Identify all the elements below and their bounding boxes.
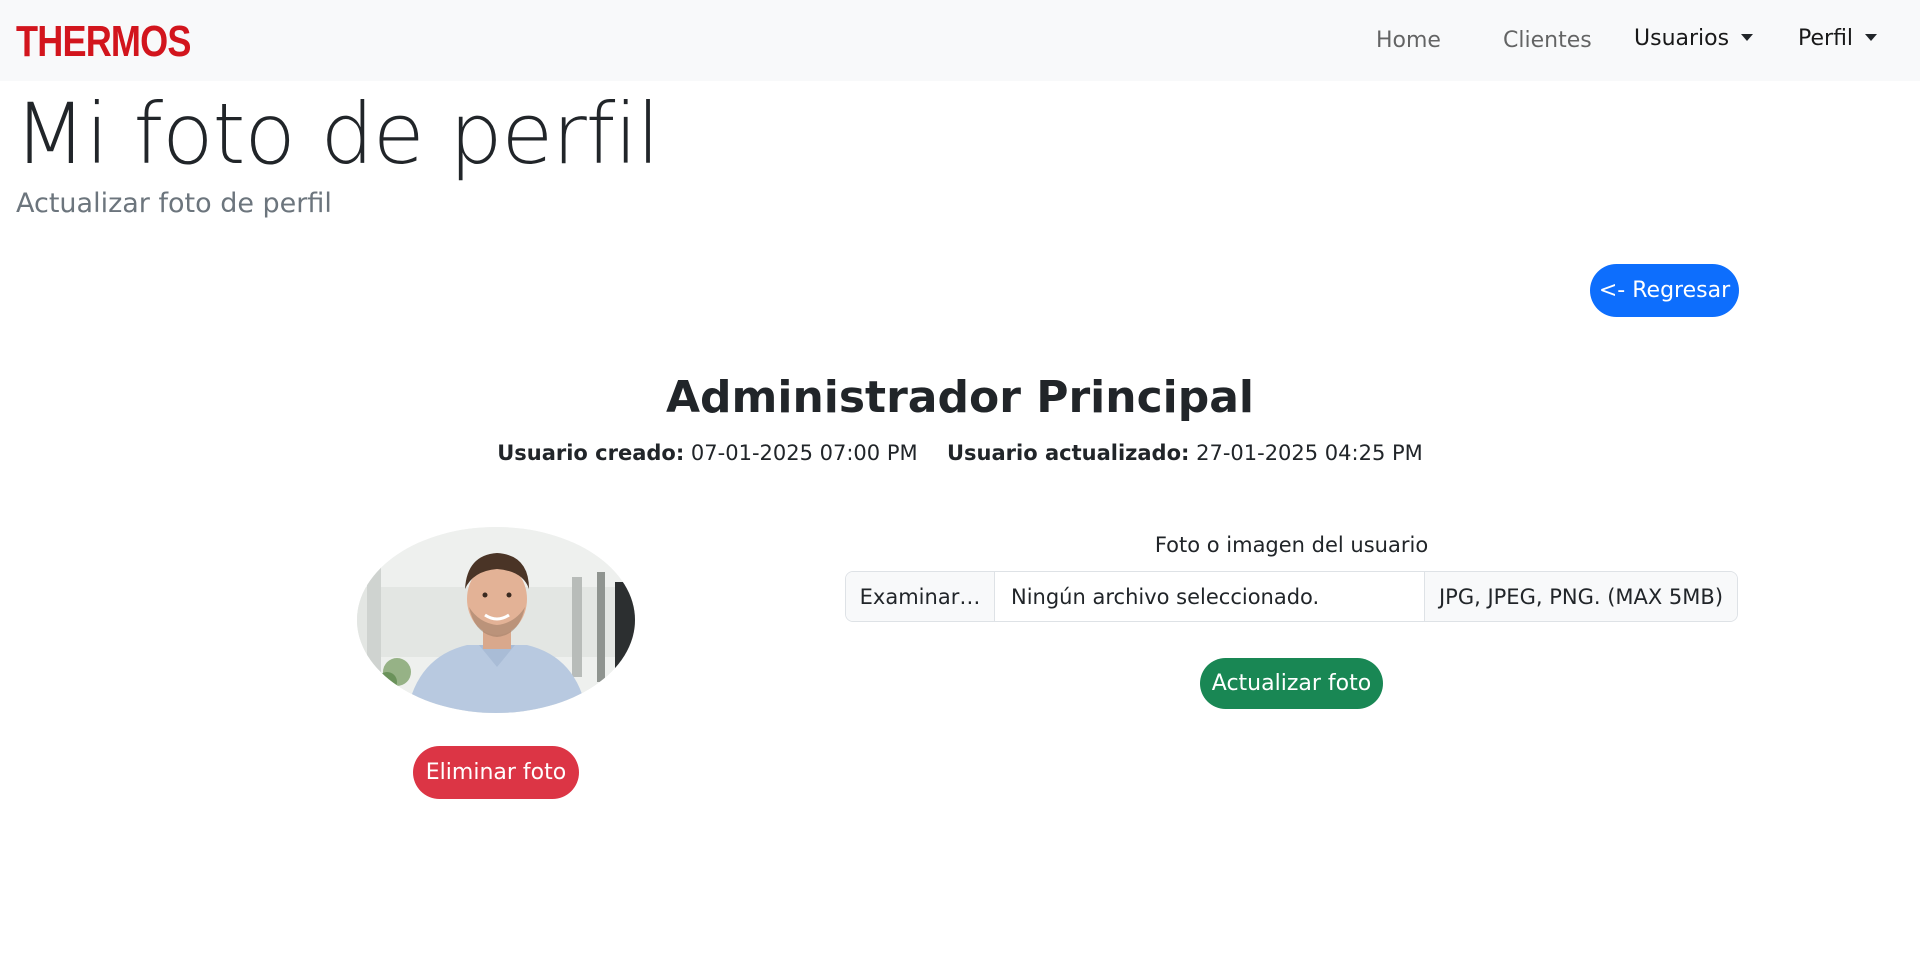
nav-dropdown-usuarios-label: Usuarios [1634,26,1730,51]
page-title: Mi foto de perfil [14,85,660,183]
top-navbar: THERMOS Home Clientes Usuarios Perfil [0,0,1920,81]
delete-photo-button[interactable]: Eliminar foto [413,746,579,799]
caret-down-icon [1741,34,1754,41]
nav-dropdown-usuarios[interactable]: Usuarios [1634,24,1754,54]
user-timestamps: Usuario creado: 07-01-2025 07:00 PM Usua… [0,438,1920,468]
page-subtitle: Actualizar foto de perfil [16,188,332,219]
nav-link-home[interactable]: Home [1376,26,1441,56]
profile-photo [357,527,635,713]
upload-label: Foto o imagen del usuario [1154,533,1429,557]
file-input-group[interactable]: Examinar… Ningún archivo seleccionado. J… [845,571,1738,622]
updated-label: Usuario actualizado: [947,441,1190,465]
profile-photo-icon [357,527,635,713]
back-button[interactable]: <- Regresar [1590,264,1739,317]
created-label: Usuario creado: [497,441,685,465]
update-photo-button[interactable]: Actualizar foto [1200,658,1383,709]
nav-dropdown-perfil-label: Perfil [1798,26,1854,51]
file-format-hint: JPG, JPEG, PNG. (MAX 5MB) [1425,572,1737,621]
user-name: Administrador Principal [665,372,1255,423]
created-value: 07-01-2025 07:00 PM [690,441,918,465]
nav-link-clientes[interactable]: Clientes [1503,26,1592,56]
caret-down-icon [1865,34,1878,41]
updated-value: 27-01-2025 04:25 PM [1196,441,1423,465]
browse-button[interactable]: Examinar… [846,572,995,621]
nav-dropdown-perfil[interactable]: Perfil [1798,24,1878,54]
file-status[interactable]: Ningún archivo seleccionado. [995,572,1425,621]
brand-logo[interactable]: THERMOS [16,18,191,66]
